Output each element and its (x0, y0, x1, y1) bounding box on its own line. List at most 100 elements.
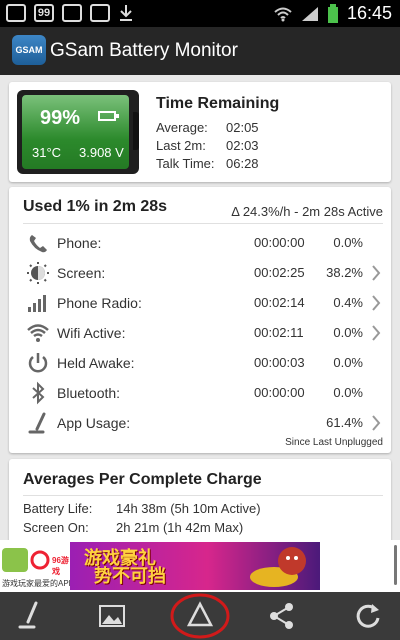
time-remaining-value: 02:03 (226, 138, 259, 153)
usage-label: Bluetooth: (57, 385, 121, 401)
ad-caption: 游戏玩家最爱的APP (2, 579, 75, 588)
power-icon (28, 353, 48, 373)
phone-icon (29, 235, 47, 253)
notification-icon (6, 4, 26, 22)
delta-icon[interactable] (170, 592, 230, 640)
time-remaining-label: Average: (156, 120, 208, 135)
usage-label: Wifi Active: (57, 325, 126, 341)
battery-voltage: 3.908 V (79, 145, 124, 160)
usage-label: App Usage: (57, 415, 131, 431)
battery-terminal (133, 112, 139, 150)
time-remaining-label: Last 2m: (156, 138, 206, 153)
usage-percent: 0.0% (333, 235, 363, 250)
bluetooth-icon (32, 381, 45, 405)
bottom-toolbar (0, 592, 400, 640)
usage-label: Screen: (57, 265, 106, 281)
download-icon (120, 5, 132, 21)
divider (23, 495, 383, 496)
usage-percent: 0.4% (333, 295, 363, 310)
time-remaining-title: Time Remaining (156, 95, 280, 112)
time-remaining-value: 02:05 (226, 120, 259, 135)
ad-character-icon (250, 547, 306, 587)
usage-time: 00:00:00 (254, 385, 305, 400)
usage-time: 00:00:03 (254, 355, 305, 370)
usage-time: 00:02:14 (254, 295, 305, 310)
usage-label: Phone Radio: (57, 295, 142, 311)
sd-card-icon (62, 4, 82, 22)
usage-percent: 38.2% (326, 265, 363, 280)
refresh-icon[interactable] (352, 600, 384, 632)
ad-banner[interactable]: 96游戏 游戏玩家最爱的APP 游戏豪礼 势不可挡 (0, 540, 400, 592)
time-remaining-value: 06:28 (226, 156, 259, 171)
averages-card: Averages Per Complete Charge Battery Lif… (9, 459, 391, 545)
chevron-right-icon[interactable] (371, 264, 381, 282)
usage-label: Phone: (57, 235, 102, 251)
usage-row-bluetooth: Bluetooth: 00:00:00 0.0% (9, 378, 391, 408)
averages-label: Screen On: (23, 520, 89, 535)
averages-row: Screen On: 2h 21m (1h 42m Max) (23, 520, 243, 535)
scrollbar[interactable] (394, 545, 397, 585)
averages-value: 14h 38m (5h 10m Active) (116, 501, 261, 516)
wifi-icon (27, 324, 49, 342)
screen-icon (27, 262, 49, 284)
share-icon[interactable] (266, 600, 298, 632)
averages-title: Averages Per Complete Charge (23, 471, 262, 488)
averages-row: Battery Life: 14h 38m (5h 10m Active) (23, 501, 261, 516)
image-notification-icon (90, 4, 110, 22)
app-usage-icon[interactable] (14, 600, 46, 632)
ad-headline-line: 势不可挡 (94, 566, 166, 587)
battery-status-icon (327, 3, 338, 23)
usage-row-wifi-active[interactable]: Wifi Active: 00:02:11 0.0% (9, 318, 391, 348)
app-logo[interactable]: GSAM (12, 35, 46, 65)
usage-percent: 0.0% (333, 355, 363, 370)
since-last-unplugged: Since Last Unplugged (285, 437, 383, 448)
image-icon[interactable] (96, 600, 128, 632)
time-remaining-row: Average: 02:05 (156, 120, 259, 135)
averages-value: 2h 21m (1h 42m Max) (116, 520, 244, 535)
usage-row-phone: Phone: 00:00:00 0.0% (9, 228, 391, 258)
ad-logo[interactable]: 96游戏 (0, 544, 70, 576)
usage-row-app-usage[interactable]: App Usage: 61.4% (9, 408, 391, 438)
divider (23, 223, 383, 224)
ad-headline: 游戏豪礼 势不可挡 (84, 550, 166, 586)
signal-icon (28, 295, 46, 312)
usage-label: Held Awake: (57, 355, 135, 371)
app-usage-icon (28, 412, 46, 434)
ad-circle-icon (30, 550, 50, 570)
action-bar: GSAM GSam Battery Monitor (0, 27, 400, 75)
battery-icon (98, 111, 119, 121)
usage-percent: 61.4% (326, 415, 363, 430)
chevron-right-icon[interactable] (371, 324, 381, 342)
usage-card: Used 1% in 2m 28s Δ 24.3%/h - 2m 28s Act… (9, 187, 391, 453)
battery-graphic: 99% 31°C 3.908 V (17, 90, 139, 174)
usage-row-held-awake: Held Awake: 00:00:03 0.0% (9, 348, 391, 378)
usage-rate: Δ 24.3%/h - 2m 28s Active (231, 204, 383, 219)
count-badge: 99 (34, 4, 54, 22)
time-remaining-row: Last 2m: 02:03 (156, 138, 259, 153)
usage-percent: 0.0% (333, 385, 363, 400)
time-remaining-label: Talk Time: (156, 156, 215, 171)
battery-temperature: 31°C (32, 145, 62, 160)
chevron-right-icon[interactable] (371, 294, 381, 312)
averages-label: Battery Life: (23, 501, 93, 516)
usage-percent: 0.0% (333, 325, 363, 340)
usage-title: Used 1% in 2m 28s (23, 198, 168, 215)
chevron-right-icon[interactable] (371, 414, 381, 432)
usage-time: 00:02:25 (254, 265, 305, 280)
usage-time: 00:02:11 (254, 325, 304, 340)
usage-row-screen[interactable]: Screen: 00:02:25 38.2% (9, 258, 391, 288)
ad-brand-icon (2, 548, 28, 572)
battery-percent: 99% (40, 107, 81, 129)
ad-logo-text: 96游戏 (52, 556, 69, 576)
wifi-status-icon (274, 7, 292, 21)
battery-fill: 99% 31°C 3.908 V (22, 95, 129, 169)
ad-image[interactable]: 游戏豪礼 势不可挡 (70, 542, 320, 590)
status-bar: 99 16:45 (0, 0, 400, 27)
usage-row-phone-radio[interactable]: Phone Radio: 00:02:14 0.4% (9, 288, 391, 318)
usage-time: 00:00:00 (254, 235, 305, 250)
app-title: GSam Battery Monitor (50, 40, 238, 61)
clock: 16:45 (346, 3, 392, 23)
battery-summary-card: 99% 31°C 3.908 V Time Remaining Average:… (9, 82, 391, 182)
time-remaining-row: Talk Time: 06:28 (156, 156, 259, 171)
cell-signal-icon (301, 6, 318, 21)
